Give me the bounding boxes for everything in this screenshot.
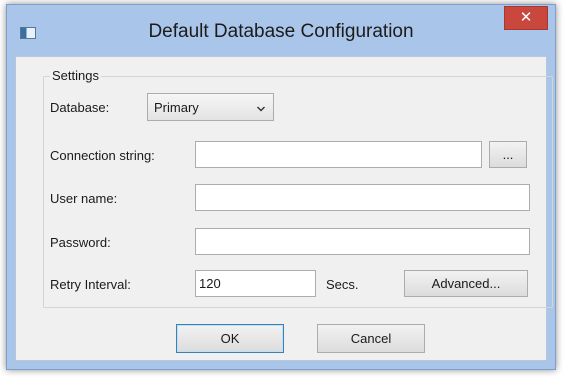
connection-string-label: Connection string: xyxy=(50,148,155,163)
window-title: Default Database Configuration xyxy=(148,21,414,42)
browse-connection-button[interactable]: ... xyxy=(489,141,527,168)
title-bar[interactable]: Default Database Configuration ✕ xyxy=(7,5,555,56)
dialog-window: Default Database Configuration ✕ Setting… xyxy=(6,4,556,370)
settings-group-title: Settings xyxy=(50,68,101,83)
database-label: Database: xyxy=(50,100,110,115)
retry-interval-input[interactable] xyxy=(195,270,316,297)
username-label: User name: xyxy=(50,191,118,206)
close-button[interactable]: ✕ xyxy=(504,6,548,30)
settings-groupbox: Settings Database: Primary Connection st… xyxy=(43,68,553,308)
retry-interval-label: Retry Interval: xyxy=(50,277,131,292)
ok-button[interactable]: OK xyxy=(176,324,284,353)
password-input[interactable] xyxy=(195,228,530,255)
chevron-down-icon xyxy=(257,106,265,112)
dialog-body: Settings Database: Primary Connection st… xyxy=(15,56,553,361)
database-select-value: Primary xyxy=(154,100,199,115)
username-input[interactable] xyxy=(195,184,530,211)
password-label: Password: xyxy=(50,235,111,250)
advanced-button[interactable]: Advanced... xyxy=(404,270,528,297)
connection-string-input[interactable] xyxy=(195,141,482,168)
retry-unit-label: Secs. xyxy=(326,277,359,292)
database-select[interactable]: Primary xyxy=(147,93,274,121)
cancel-button[interactable]: Cancel xyxy=(317,324,425,353)
